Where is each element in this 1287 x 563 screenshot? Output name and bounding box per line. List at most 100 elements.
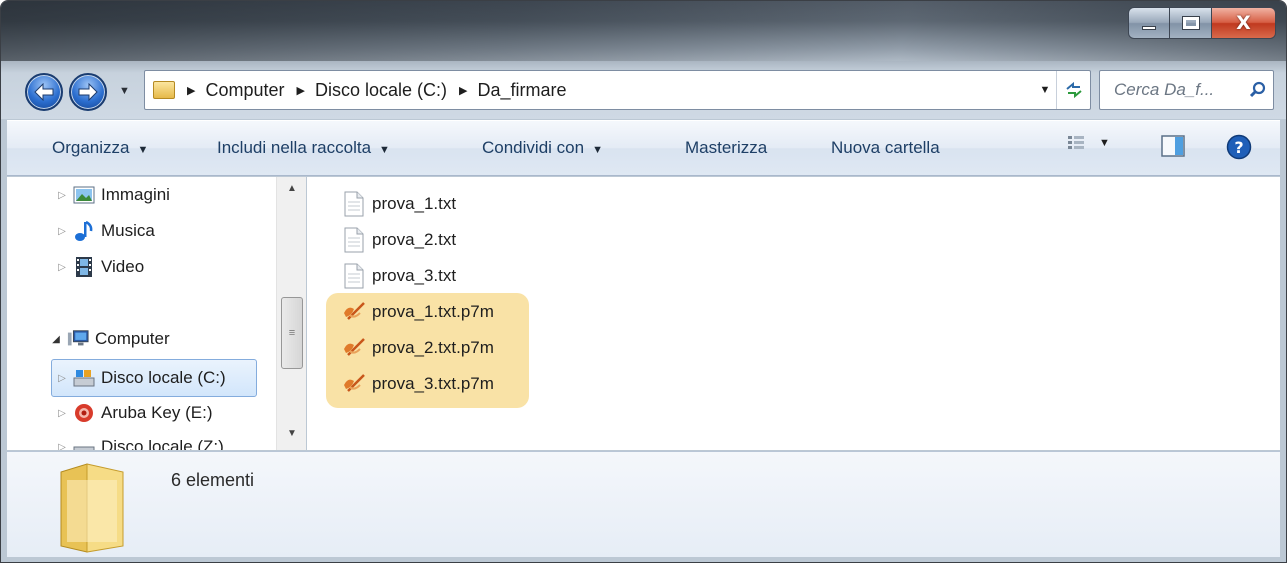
breadcrumb-computer[interactable]: Computer bbox=[205, 80, 284, 101]
chevron-down-icon: ▼ bbox=[137, 144, 149, 156]
signed-file-icon bbox=[342, 298, 366, 326]
forward-arrow-icon bbox=[78, 83, 98, 101]
search-icon[interactable] bbox=[1243, 81, 1273, 99]
breadcrumb-disco-locale[interactable]: Disco locale (C:) bbox=[315, 80, 447, 101]
file-item[interactable]: prova_2.txt.p7m bbox=[342, 331, 494, 365]
tree-item-immagini[interactable]: ▷ Immagini bbox=[55, 179, 170, 211]
breadcrumb-arrow-icon[interactable]: ▶ bbox=[459, 84, 467, 97]
file-name: prova_2.txt bbox=[372, 230, 457, 249]
text-file-icon bbox=[342, 262, 366, 290]
file-name: prova_3.txt bbox=[372, 266, 457, 285]
music-library-icon bbox=[73, 220, 95, 241]
nuova-cartella-button[interactable]: Nuova cartella bbox=[831, 138, 940, 158]
aruba-key-icon bbox=[73, 403, 95, 423]
tree-item-musica[interactable]: ▷ Musica bbox=[55, 215, 155, 247]
refresh-button[interactable] bbox=[1056, 71, 1090, 109]
file-name: prova_1.txt bbox=[372, 194, 457, 213]
help-icon: ? bbox=[1226, 134, 1252, 160]
tree-item-label: Aruba Key (E:) bbox=[101, 403, 213, 422]
tree-item-computer[interactable]: ◢ Computer bbox=[49, 323, 170, 355]
view-options-icon bbox=[1068, 136, 1084, 149]
item-count: 6 elementi bbox=[171, 470, 255, 490]
preview-pane-icon bbox=[1161, 135, 1185, 157]
condividi-menu[interactable]: Condividi con ▼ bbox=[482, 138, 603, 158]
expand-arrow-icon[interactable]: ▷ bbox=[55, 442, 69, 451]
organizza-label: Organizza bbox=[52, 138, 130, 157]
folder-icon bbox=[57, 462, 133, 559]
address-history-dropdown[interactable]: ▼ bbox=[1034, 84, 1056, 96]
search-input[interactable]: Cerca Da_f... bbox=[1114, 80, 1243, 100]
organizza-menu[interactable]: Organizza ▼ bbox=[52, 138, 148, 158]
recent-pages-dropdown[interactable]: ▼ bbox=[119, 85, 130, 97]
search-box[interactable]: Cerca Da_f... bbox=[1099, 70, 1274, 110]
text-file-icon bbox=[342, 226, 366, 254]
close-button[interactable]: X bbox=[1212, 7, 1276, 39]
breadcrumb-da-firmare[interactable]: Da_firmare bbox=[477, 80, 566, 101]
tree-item-disco-z[interactable]: ▷ Disco locale (Z:) bbox=[55, 431, 224, 450]
tree-item-label: Video bbox=[101, 257, 145, 276]
details-pane: 6 elementi bbox=[7, 451, 1280, 557]
svg-text:?: ? bbox=[1234, 138, 1243, 157]
forward-button[interactable] bbox=[69, 73, 107, 111]
text-file-icon bbox=[342, 190, 366, 218]
tree-item-video[interactable]: ▷ Video bbox=[55, 251, 144, 283]
back-button[interactable] bbox=[25, 73, 63, 111]
tree-item-disco-c[interactable]: ▷ Disco locale (C:) bbox=[51, 359, 257, 397]
expand-arrow-icon[interactable]: ▷ bbox=[55, 190, 69, 201]
chevron-down-icon: ▼ bbox=[1099, 137, 1110, 149]
minimize-button[interactable] bbox=[1128, 7, 1170, 39]
folder-icon bbox=[153, 81, 175, 99]
file-item[interactable]: prova_2.txt bbox=[342, 223, 456, 257]
caption-buttons: X bbox=[1128, 7, 1276, 41]
signed-file-icon bbox=[342, 334, 366, 362]
tree-item-label: Disco locale (Z:) bbox=[101, 437, 224, 450]
file-item[interactable]: prova_3.txt bbox=[342, 259, 456, 293]
scroll-up-icon[interactable]: ▲ bbox=[283, 183, 301, 199]
signed-file-icon bbox=[342, 370, 366, 398]
local-disk-icon bbox=[73, 437, 95, 450]
maximize-button[interactable] bbox=[1170, 7, 1212, 39]
tree-item-aruba-key[interactable]: ▷ Aruba Key (E:) bbox=[55, 397, 213, 429]
file-name: prova_3.txt.p7m bbox=[372, 374, 494, 393]
file-item[interactable]: prova_1.txt bbox=[342, 187, 456, 221]
collapse-arrow-icon[interactable]: ◢ bbox=[49, 334, 63, 345]
computer-icon bbox=[67, 329, 89, 349]
tree-item-label: Immagini bbox=[101, 185, 170, 204]
expand-arrow-icon[interactable]: ▷ bbox=[55, 262, 69, 273]
scroll-down-icon[interactable]: ▼ bbox=[283, 428, 301, 444]
tree-item-label: Musica bbox=[101, 221, 155, 240]
preview-pane-button[interactable] bbox=[1161, 135, 1185, 162]
address-actions: ▼ bbox=[1034, 71, 1090, 109]
expand-arrow-icon[interactable]: ▷ bbox=[55, 408, 69, 419]
navigation-pane: ▷ Immagini ▷ Musica ▷ Video ◢ Computer ▷… bbox=[7, 177, 306, 450]
includi-menu[interactable]: Includi nella raccolta ▼ bbox=[217, 138, 390, 158]
video-library-icon bbox=[73, 257, 95, 277]
back-arrow-icon bbox=[34, 83, 54, 101]
chevron-down-icon: ▼ bbox=[379, 144, 390, 156]
breadcrumb-arrow-icon[interactable]: ▶ bbox=[297, 84, 305, 97]
local-disk-icon bbox=[73, 368, 95, 388]
change-view-button[interactable]: ▼ bbox=[1067, 135, 1110, 151]
breadcrumb-arrow-icon[interactable]: ▶ bbox=[187, 84, 195, 97]
maximize-icon bbox=[1181, 16, 1200, 30]
expand-arrow-icon[interactable]: ▷ bbox=[55, 226, 69, 237]
help-button[interactable]: ? bbox=[1226, 134, 1252, 165]
file-name: prova_2.txt.p7m bbox=[372, 338, 494, 357]
condividi-label: Condividi con bbox=[482, 138, 585, 157]
refresh-icon bbox=[1065, 81, 1082, 99]
file-item[interactable]: prova_3.txt.p7m bbox=[342, 367, 494, 401]
file-name: prova_1.txt.p7m bbox=[372, 302, 494, 321]
expand-arrow-icon[interactable]: ▷ bbox=[55, 373, 69, 384]
scrollbar-thumb[interactable]: ≡ bbox=[281, 297, 303, 369]
tree-item-label: Computer bbox=[95, 329, 170, 348]
navpane-scrollbar[interactable]: ▲ ≡ ▼ bbox=[276, 177, 306, 450]
explorer-window: X ▼ ▶ Computer ▶ Disco locale (C:) ▶ Da_… bbox=[0, 0, 1287, 563]
pictures-library-icon bbox=[73, 185, 95, 205]
chevron-down-icon: ▼ bbox=[119, 85, 130, 97]
chevron-down-icon: ▼ bbox=[592, 144, 603, 156]
file-item[interactable]: prova_1.txt.p7m bbox=[342, 295, 494, 329]
includi-label: Includi nella raccolta bbox=[217, 138, 372, 157]
file-list: prova_1.txt prova_2.txt prova_3.txt prov… bbox=[307, 177, 1280, 450]
address-bar[interactable]: ▶ Computer ▶ Disco locale (C:) ▶ Da_firm… bbox=[144, 70, 1091, 110]
masterizza-button[interactable]: Masterizza bbox=[685, 138, 767, 158]
